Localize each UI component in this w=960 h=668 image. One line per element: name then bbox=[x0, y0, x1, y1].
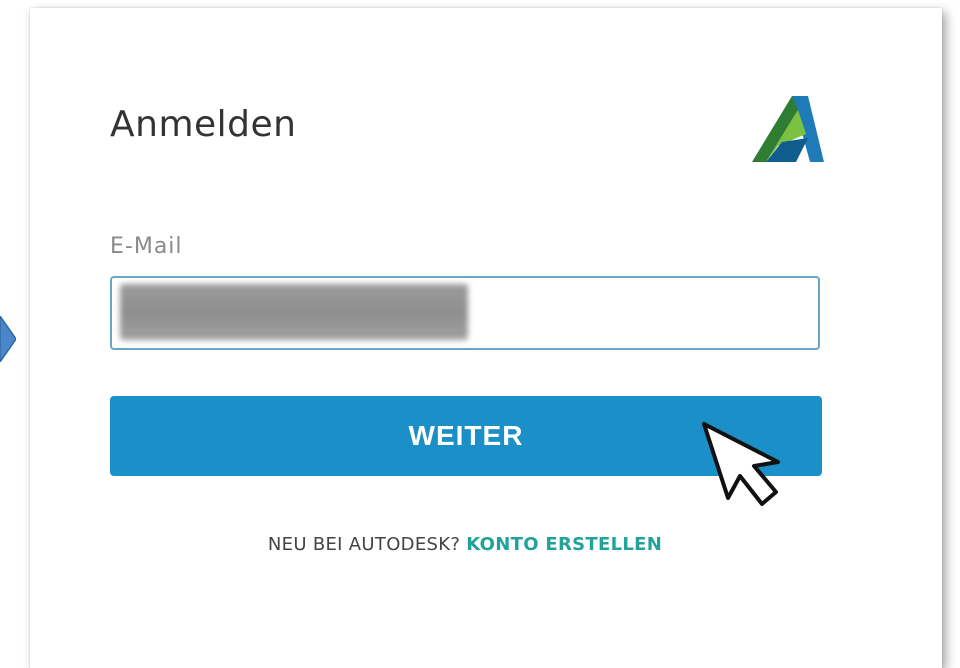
email-label: E-Mail bbox=[110, 234, 183, 259]
page-title: Anmelden bbox=[110, 104, 297, 145]
autodesk-logo-icon bbox=[752, 96, 824, 162]
signin-card: Anmelden E-Mail WEITER NEU BEI AUTODESK?… bbox=[30, 8, 942, 668]
signup-prompt: NEU BEI AUTODESK? bbox=[267, 534, 461, 555]
mouse-pointer-icon bbox=[702, 422, 780, 506]
redacted-email-value bbox=[120, 284, 468, 340]
signup-row: NEU BEI AUTODESK? KONTO ERSTELLEN bbox=[30, 534, 900, 555]
arrow-right-icon bbox=[0, 316, 16, 362]
create-account-link[interactable]: KONTO ERSTELLEN bbox=[466, 534, 662, 555]
